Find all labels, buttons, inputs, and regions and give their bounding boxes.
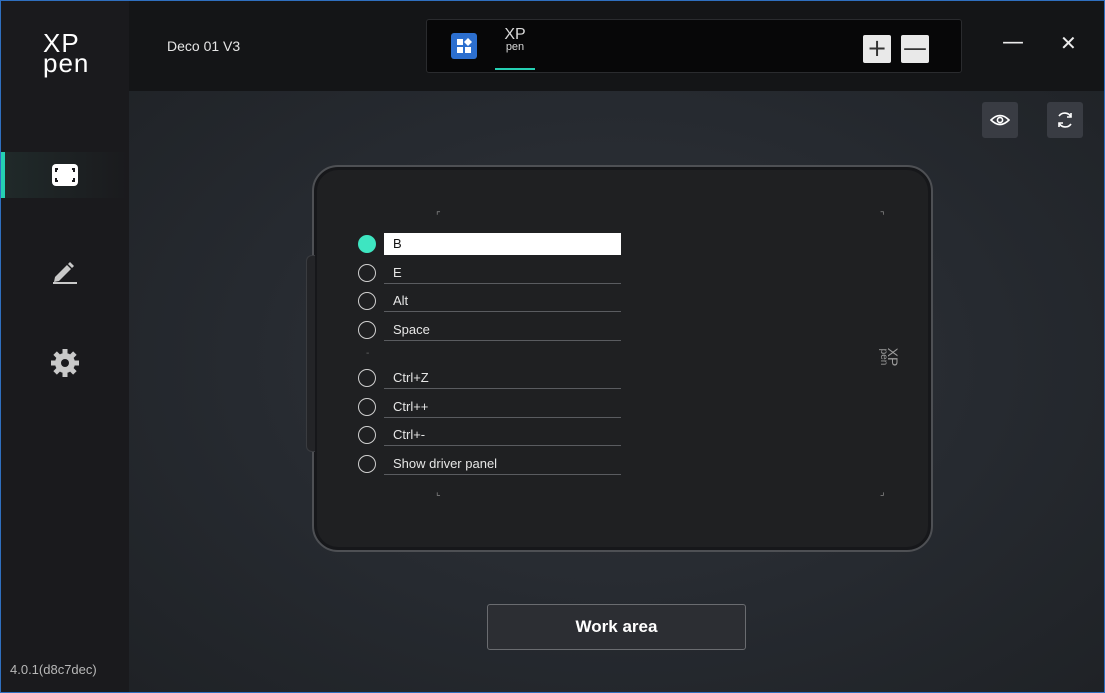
refresh-button[interactable]	[1047, 102, 1083, 138]
add-app-button[interactable]: +	[863, 35, 891, 63]
key-label[interactable]: Show driver panel	[384, 453, 621, 475]
version-label: 4.0.1(d8c7dec)	[10, 662, 97, 677]
express-key-row[interactable]: Ctrl+-	[358, 423, 628, 451]
pen-icon	[53, 262, 77, 284]
key-label[interactable]: Alt	[384, 290, 621, 312]
logo-line2: pen	[43, 48, 90, 78]
key-label[interactable]: Ctrl++	[384, 396, 621, 418]
app-tab-indicator	[495, 68, 535, 70]
key-radio[interactable]	[358, 321, 376, 339]
key-label[interactable]: E	[384, 262, 621, 284]
key-radio[interactable]	[358, 264, 376, 282]
key-radio[interactable]	[358, 235, 376, 253]
key-label[interactable]: Ctrl+-	[384, 424, 621, 446]
key-radio[interactable]	[358, 455, 376, 473]
refresh-icon	[1058, 112, 1072, 128]
remove-app-button[interactable]: —	[901, 35, 929, 63]
tablet-area-icon	[52, 164, 78, 186]
work-area-button[interactable]: Work area	[487, 604, 746, 650]
area-corner-tr: ⌝	[880, 211, 885, 222]
sidebar-item-pen[interactable]	[1, 248, 129, 294]
area-corner-br: ⌟	[880, 487, 885, 498]
key-label[interactable]: B	[384, 233, 621, 255]
express-key-row[interactable]: Space	[358, 318, 628, 346]
sidebar-item-tablet-area[interactable]	[1, 152, 129, 198]
key-radio[interactable]	[358, 398, 376, 416]
key-group-separator: -	[366, 348, 370, 359]
sidebar: XP pen 4.0.1(d8c7dec)	[1, 1, 129, 692]
express-key-row[interactable]: Alt	[358, 289, 628, 317]
minimize-button[interactable]: —	[1002, 31, 1024, 55]
xppen-logo: XP pen	[43, 30, 90, 78]
app-tab-xppen[interactable]: XP pen	[500, 27, 530, 54]
key-radio[interactable]	[358, 426, 376, 444]
area-corner-bl: ⌞	[436, 487, 441, 498]
driver-window: XP pen 4.0.1(d8c7dec) Deco 01 V3 XP pen …	[0, 0, 1105, 693]
eye-icon	[990, 114, 1010, 126]
close-button[interactable]: ✕	[1060, 31, 1077, 55]
key-label[interactable]: Ctrl+Z	[384, 367, 621, 389]
tablet-logo: XP pen	[878, 343, 901, 371]
key-radio[interactable]	[358, 292, 376, 310]
express-key-row[interactable]: Ctrl+Z	[358, 366, 628, 394]
express-key-row[interactable]: Show driver panel	[358, 452, 628, 480]
express-key-row[interactable]: E	[358, 261, 628, 289]
key-label[interactable]: Space	[384, 319, 621, 341]
app-selector: XP pen + —	[426, 19, 962, 73]
key-radio[interactable]	[358, 369, 376, 387]
area-corner-tl: ⌜	[436, 211, 441, 222]
tablet-side-keys	[306, 255, 315, 452]
express-key-row[interactable]: B	[358, 232, 628, 260]
sidebar-item-settings[interactable]	[1, 340, 129, 386]
gear-icon	[51, 349, 79, 377]
tablet-preview: ⌜ ⌝ ⌞ ⌟ XP pen B E Alt Space - Ctrl+Z Ct…	[306, 165, 933, 552]
all-apps-icon[interactable]	[451, 33, 477, 59]
express-key-row[interactable]: Ctrl++	[358, 395, 628, 423]
preview-button[interactable]	[982, 102, 1018, 138]
device-name[interactable]: Deco 01 V3	[167, 38, 240, 54]
title-bar: Deco 01 V3 XP pen + — — ✕	[129, 1, 1104, 91]
